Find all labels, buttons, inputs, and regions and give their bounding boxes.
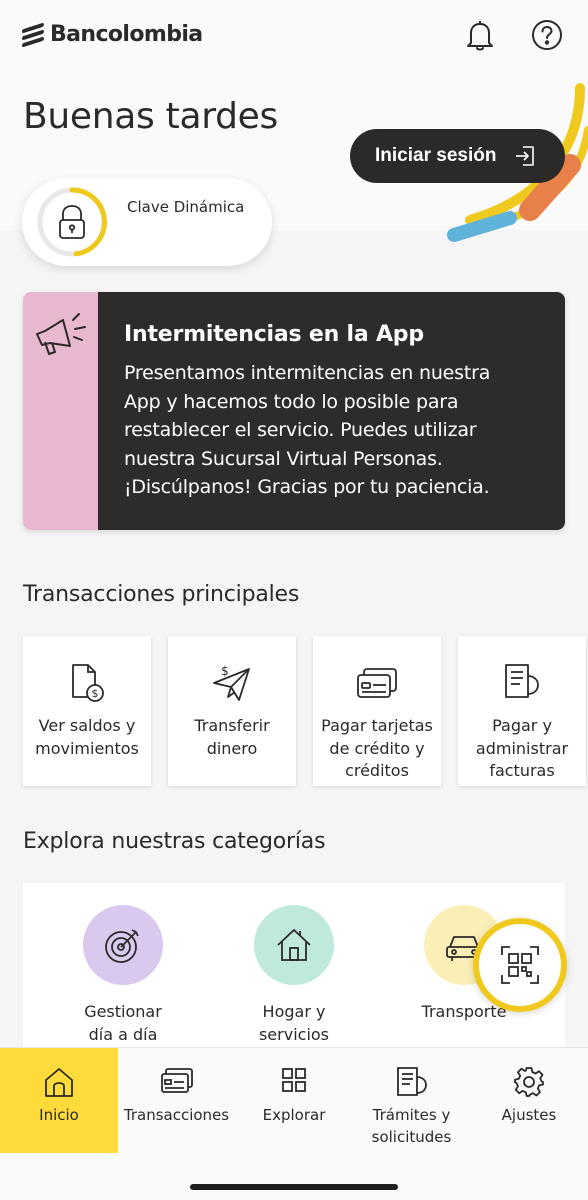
category-label: Hogar y [262,1002,326,1021]
clave-timer-ring [37,187,107,257]
nav-item-label: Explorar [262,1106,326,1124]
alert-banner: Intermitencias en la App Presentamos int… [23,292,565,530]
alert-line: ¡Discúlpanos! Gracias por tu paciencia. [124,476,490,499]
nav-item-explorar[interactable]: Explorar [235,1048,353,1154]
credit-card-icon [357,668,397,698]
category-hogar[interactable]: Hogar y servicios [219,905,369,1046]
alert-line: App y hacemos todo lo posible para [124,390,459,413]
bancolombia-logo-icon [22,21,44,48]
tx-card-pagar-tarjetas[interactable]: Pagar tarjetas de crédito y créditos [313,636,441,786]
tx-card-label: créditos [345,761,409,780]
category-label: Gestionar [84,1002,162,1021]
house-icon [277,929,311,961]
clave-dinamica-card[interactable]: Clave Dinámica [22,178,272,266]
nav-item-transacciones[interactable]: Transacciones [118,1048,235,1154]
alert-side-panel [23,292,98,530]
category-circle [83,905,163,985]
tx-card-label: de crédito y [329,738,425,758]
nav-item-tramites[interactable]: Trámites y solicitudes [353,1048,470,1154]
bottom-navigation: Inicio Transacciones Explorar Trámites y… [0,1047,588,1154]
brand-logo: Bancolombia [22,21,203,48]
clave-dinamica-code-hidden [127,223,247,245]
alert-title: Intermitencias en la App [124,322,424,347]
greeting-text: Buenas tardes [23,96,278,137]
tx-card-label: Transferir [194,716,270,735]
lock-icon [59,205,85,239]
invoice-icon [505,664,539,698]
bell-icon[interactable] [463,17,497,53]
alert-message: Presentamos intermitencias en nuestra Ap… [124,359,541,502]
qr-code-icon [501,946,539,984]
login-button[interactable]: Iniciar sesión [350,129,565,183]
svg-text:$: $ [221,664,229,678]
categories-section-title: Explora nuestras categorías [23,829,326,854]
alert-line: Presentamos intermitencias en nuestra [124,362,491,384]
tx-card-label: Ver saldos y [38,716,136,735]
home-icon [45,1068,73,1097]
nav-item-label: Transacciones [123,1106,230,1124]
nav-item-label: Inicio [39,1106,79,1124]
category-gestionar[interactable]: Gestionar día a día [48,905,198,1046]
sign-in-icon [516,146,535,166]
target-icon [105,929,139,963]
category-label: día a día [88,1024,158,1044]
home-indicator-area [0,1153,588,1200]
paper-plane-money-icon: $ [213,664,250,701]
transactions-section-title: Transacciones principales [23,582,300,607]
question-circle-icon[interactable] [530,17,564,53]
tx-card-label: facturas [489,761,555,780]
tx-card-label: movimientos [35,738,139,758]
alert-line: nuestra Sucursal Virtual Personas. [124,447,443,470]
tx-card-transferir[interactable]: $ Transferir dinero [168,636,296,786]
document-money-icon: $ [72,664,104,702]
tx-card-label: dinero [206,738,258,758]
nav-item-label: Ajustes [501,1106,557,1124]
svg-text:$: $ [92,687,99,700]
category-label: servicios [258,1024,330,1044]
alert-body: Intermitencias en la App Presentamos int… [98,292,565,530]
qr-scan-button[interactable] [473,918,567,1012]
app-header: Bancolombia [0,0,588,75]
tx-card-label: administrar [475,738,569,758]
tx-card-facturas[interactable]: Pagar y administrar facturas [458,636,586,786]
gear-icon [514,1067,544,1097]
megaphone-icon [36,313,86,355]
card-transactions-icon [160,1068,193,1093]
home-indicator[interactable] [190,1184,398,1190]
category-circle [254,905,334,985]
nav-item-label: Trámites y [372,1106,451,1124]
nav-item-inicio[interactable]: Inicio [0,1048,118,1154]
nav-item-ajustes[interactable]: Ajustes [470,1048,588,1154]
nav-item-label: solicitudes [371,1128,452,1146]
tx-card-saldos[interactable]: $ Ver saldos y movimientos [23,636,151,786]
brand-name: Bancolombia [50,22,203,47]
clave-dinamica-title: Clave Dinámica [127,198,245,216]
alert-line: restablecer el servicio. Puedes utilizar [124,419,477,442]
tx-card-label: Pagar y [492,716,552,735]
grid-icon [282,1068,306,1092]
login-button-label: Iniciar sesión [375,145,497,166]
document-icon [396,1067,427,1096]
tx-card-label: Pagar tarjetas [321,716,433,735]
